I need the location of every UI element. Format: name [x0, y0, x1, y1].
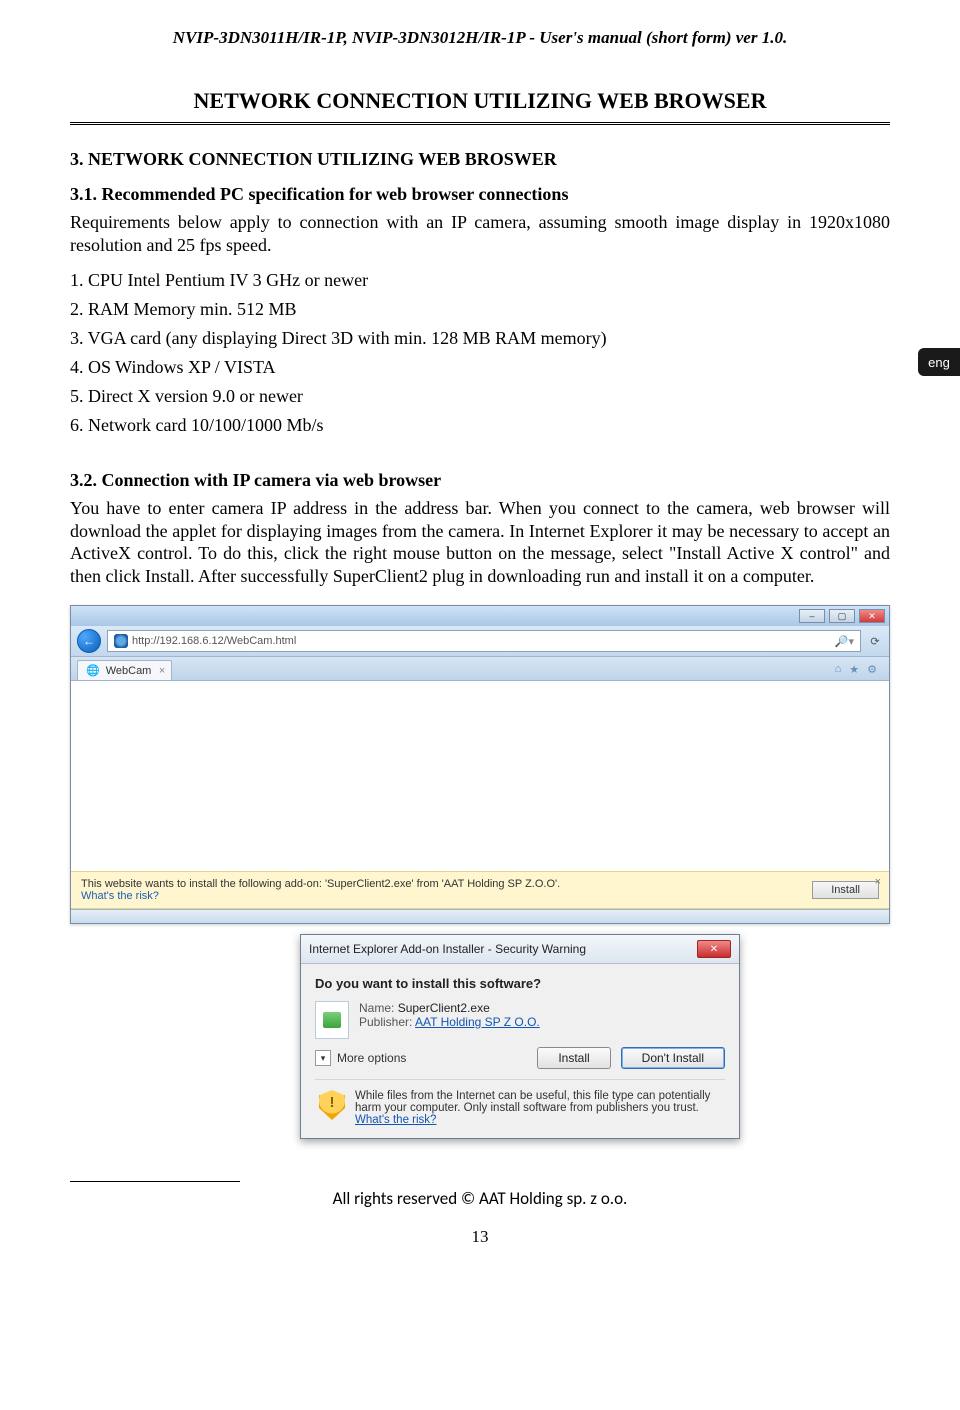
infobar-install-button[interactable]: Install: [812, 881, 879, 899]
title-rule: [70, 122, 890, 125]
heading-3-1: 3.1. Recommended PC specification for we…: [70, 184, 890, 205]
window-titlebar: – ▢ ✕: [71, 606, 889, 626]
maximize-button[interactable]: ▢: [829, 609, 855, 623]
minimize-button[interactable]: –: [799, 609, 825, 623]
publisher-label: Publisher:: [359, 1015, 412, 1029]
infobar-risk-link[interactable]: What's the risk?: [81, 890, 560, 902]
dialog-close-button[interactable]: ✕: [697, 940, 731, 958]
address-bar[interactable]: http://192.168.6.12/WebCam.html 🔎▾: [107, 630, 861, 652]
footer-rule: [70, 1181, 240, 1182]
search-dropdown-icon[interactable]: 🔎▾: [835, 635, 854, 648]
list-item: 2. RAM Memory min. 512 MB: [70, 299, 890, 320]
url-text: http://192.168.6.12/WebCam.html: [132, 635, 296, 647]
infobar-message: This website wants to install the follow…: [81, 878, 560, 890]
dialog-labels: Name: SuperClient2.exe Publisher: AAT Ho…: [359, 1001, 540, 1029]
globe-icon: 🌐: [86, 664, 100, 677]
name-value: SuperClient2.exe: [398, 1001, 490, 1015]
list-item: 3. VGA card (any displaying Direct 3D wi…: [70, 328, 890, 349]
intro-paragraph: Requirements below apply to connection w…: [70, 211, 890, 256]
close-button[interactable]: ✕: [859, 609, 885, 623]
dialog-actions: ▾ More options Install Don't Install: [315, 1047, 725, 1080]
name-label: Name:: [359, 1001, 394, 1015]
browser-content-area: [71, 681, 889, 871]
dialog-info: Name: SuperClient2.exe Publisher: AAT Ho…: [315, 1001, 725, 1039]
dialog-titlebar: Internet Explorer Add-on Installer - Sec…: [301, 935, 739, 964]
list-item: 6. Network card 10/100/1000 Mb/s: [70, 415, 890, 436]
dialog-title-text: Internet Explorer Add-on Installer - Sec…: [309, 942, 586, 956]
security-warning-dialog: Internet Explorer Add-on Installer - Sec…: [300, 934, 740, 1139]
warning-text-block: While files from the Internet can be use…: [355, 1090, 721, 1126]
list-item: 1. CPU Intel Pentium IV 3 GHz or newer: [70, 270, 890, 291]
tab-close-icon[interactable]: ×: [159, 665, 165, 677]
browser-statusbar: [71, 909, 889, 923]
section-title: NETWORK CONNECTION UTILIZING WEB BROWSER: [70, 88, 890, 114]
home-icon[interactable]: ⌂: [835, 663, 842, 676]
dialog-warning: While files from the Internet can be use…: [315, 1080, 725, 1128]
body-paragraph: You have to enter camera IP address in t…: [70, 497, 890, 587]
installer-file-icon: [315, 1001, 349, 1039]
footer-text: All rights reserved © AAT Holding sp. z …: [70, 1188, 890, 1209]
heading-3: 3. NETWORK CONNECTION UTILIZING WEB BROS…: [70, 149, 890, 170]
dont-install-button[interactable]: Don't Install: [621, 1047, 725, 1069]
tools-gear-icon[interactable]: ⚙: [867, 663, 877, 676]
install-button[interactable]: Install: [537, 1047, 610, 1069]
warning-text: While files from the Internet can be use…: [355, 1090, 710, 1114]
page-number: 13: [70, 1227, 890, 1247]
heading-3-2: 3.2. Connection with IP camera via web b…: [70, 470, 890, 491]
browser-toolbar: ← http://192.168.6.12/WebCam.html 🔎▾ ⟳: [71, 626, 889, 657]
infobar-text-block: This website wants to install the follow…: [81, 878, 560, 902]
back-button[interactable]: ←: [77, 629, 101, 653]
shield-warning-icon: [319, 1090, 345, 1120]
warning-risk-link[interactable]: What's the risk?: [355, 1114, 436, 1126]
more-options-label: More options: [337, 1051, 406, 1065]
chevron-down-icon: ▾: [315, 1050, 331, 1066]
browser-window: – ▢ ✕ ← http://192.168.6.12/WebCam.html …: [70, 605, 890, 924]
document-header: NVIP-3DN3011H/IR-1P, NVIP-3DN3012H/IR-1P…: [70, 28, 890, 48]
more-options-toggle[interactable]: ▾ More options: [315, 1050, 406, 1066]
browser-tab[interactable]: 🌐 WebCam ×: [77, 660, 172, 680]
requirements-list: 1. CPU Intel Pentium IV 3 GHz or newer 2…: [70, 270, 890, 436]
screenshot-area: – ▢ ✕ ← http://192.168.6.12/WebCam.html …: [70, 605, 890, 1139]
tab-bar: 🌐 WebCam × ⌂ ★ ⚙: [71, 657, 889, 681]
activex-infobar: This website wants to install the follow…: [71, 871, 889, 909]
tab-label: WebCam: [106, 665, 152, 677]
publisher-link[interactable]: AAT Holding SP Z O.O.: [415, 1015, 540, 1029]
list-item: 5. Direct X version 9.0 or newer: [70, 386, 890, 407]
language-tab: eng: [918, 348, 960, 376]
list-item: 4. OS Windows XP / VISTA: [70, 357, 890, 378]
refresh-icon[interactable]: ⟳: [867, 635, 883, 648]
infobar-close-icon[interactable]: ×: [875, 876, 881, 888]
dialog-question: Do you want to install this software?: [315, 976, 725, 991]
favorites-icon[interactable]: ★: [849, 663, 859, 676]
dialog-body: Do you want to install this software? Na…: [301, 964, 739, 1138]
toolbar-shortcut-icons: ⌂ ★ ⚙: [829, 659, 883, 680]
ie-icon: [114, 634, 128, 648]
